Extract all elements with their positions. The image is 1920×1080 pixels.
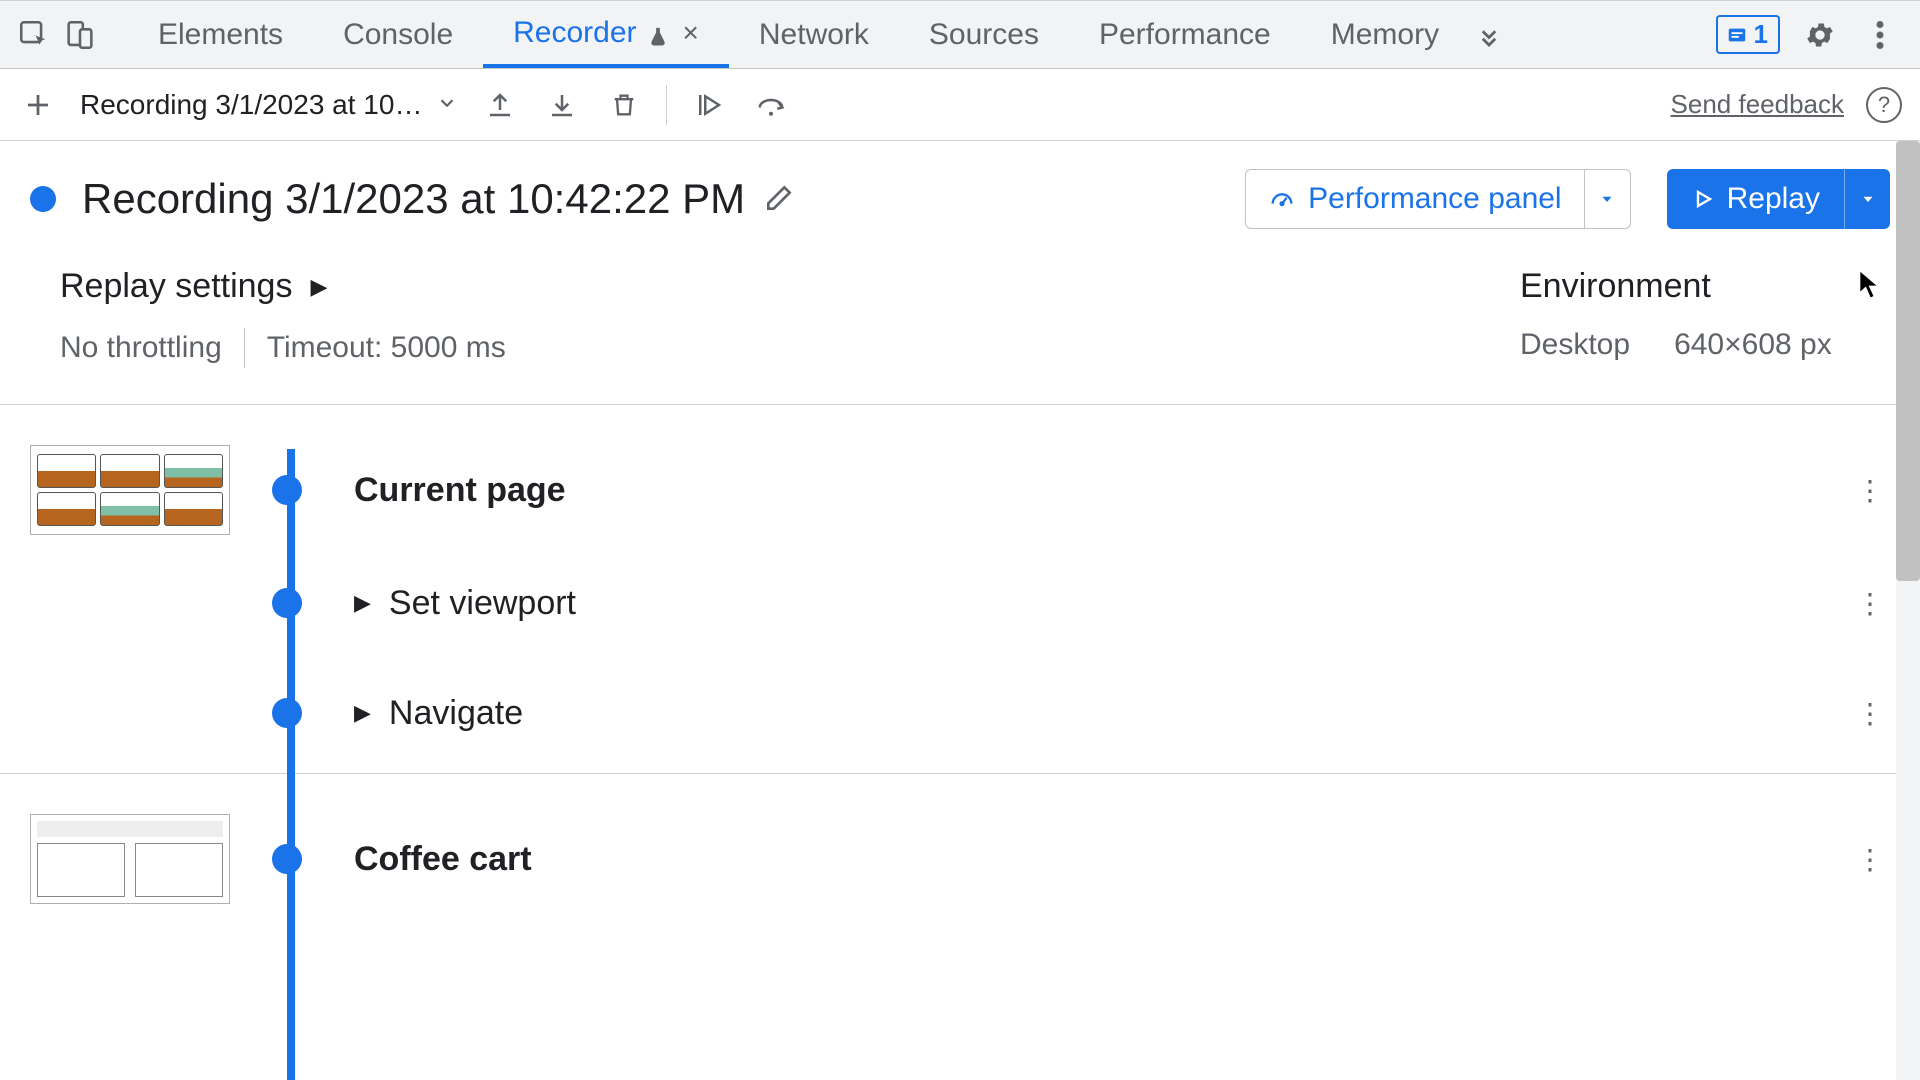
environment-values: Desktop 640×608 px	[1520, 328, 1860, 362]
step-title: Navigate	[389, 694, 523, 733]
step-over-button[interactable]	[751, 85, 791, 125]
step-block: Current page ⋮ ▶ Set viewport ⋮ ▶ Naviga…	[0, 405, 1920, 774]
replay-dropdown[interactable]	[1844, 169, 1890, 229]
replay-button[interactable]: Replay	[1667, 169, 1844, 229]
tab-label: Recorder	[513, 16, 636, 50]
step-row-current-page[interactable]: Current page ⋮	[30, 445, 1890, 535]
separator	[244, 328, 245, 368]
export-button[interactable]	[542, 85, 582, 125]
tab-label: Console	[343, 18, 453, 52]
replay-settings-label: Replay settings	[60, 267, 292, 306]
step-row-navigate[interactable]: ▶ Navigate ⋮	[30, 693, 1890, 733]
step-block: Coffee cart ⋮	[0, 774, 1920, 944]
tab-label: Sources	[929, 18, 1039, 52]
step-thumbnail	[30, 445, 230, 535]
timeline-dot	[272, 475, 302, 505]
tabs-right: 1	[1716, 15, 1910, 55]
devtools-tabs-bar: Elements Console Recorder × Network Sour…	[0, 1, 1920, 69]
throttling-value: No throttling	[60, 331, 222, 365]
tab-recorder[interactable]: Recorder ×	[483, 1, 729, 68]
environment-label: Environment	[1520, 267, 1711, 306]
replay-settings-values: No throttling Timeout: 5000 ms	[60, 328, 1520, 368]
tab-network[interactable]: Network	[729, 1, 899, 68]
tab-label: Network	[759, 18, 869, 52]
tabs-overflow-icon[interactable]	[1469, 1, 1509, 68]
step-thumbnail	[30, 814, 230, 904]
settings-gear-icon[interactable]	[1800, 15, 1840, 55]
replay-settings-toggle[interactable]: Replay settings ▶	[60, 267, 1520, 306]
device-value: Desktop	[1520, 328, 1630, 362]
tabs-left-icons	[10, 17, 108, 53]
tab-console[interactable]: Console	[313, 1, 483, 68]
timeline-dot	[272, 698, 302, 728]
tab-label: Elements	[158, 18, 283, 52]
step-menu-icon[interactable]: ⋮	[1850, 470, 1890, 510]
more-menu-icon[interactable]	[1860, 15, 1900, 55]
settings-strip: Replay settings ▶ No throttling Timeout:…	[0, 257, 1920, 405]
flask-icon	[647, 22, 669, 44]
caret-right-icon: ▶	[354, 700, 371, 726]
edit-title-button[interactable]	[763, 182, 797, 216]
caret-right-icon: ▶	[354, 590, 371, 616]
step-title: Current page	[354, 471, 566, 510]
tab-elements[interactable]: Elements	[128, 1, 313, 68]
environment-section: Environment Desktop 640×608 px	[1520, 267, 1860, 368]
recording-select-label: Recording 3/1/2023 at 10…	[80, 89, 422, 121]
dimensions-value: 640×608 px	[1674, 328, 1832, 362]
issues-icon	[1726, 24, 1748, 46]
tab-list: Elements Console Recorder × Network Sour…	[128, 1, 1716, 68]
continue-button[interactable]	[689, 85, 729, 125]
environment-heading: Environment	[1520, 267, 1860, 306]
steps-area: Current page ⋮ ▶ Set viewport ⋮ ▶ Naviga…	[0, 405, 1920, 944]
gauge-icon	[1268, 185, 1296, 213]
step-menu-icon[interactable]: ⋮	[1850, 839, 1890, 879]
recording-title: Recording 3/1/2023 at 10:42:22 PM	[82, 175, 745, 223]
step-row-coffee-cart[interactable]: Coffee cart ⋮	[30, 814, 1890, 904]
delete-button[interactable]	[604, 85, 644, 125]
step-title: Coffee cart	[354, 840, 532, 879]
substeps: ▶ Set viewport ⋮ ▶ Navigate ⋮	[30, 583, 1890, 733]
tab-label: Memory	[1331, 18, 1439, 52]
inspect-element-icon[interactable]	[16, 17, 52, 53]
recording-header: Recording 3/1/2023 at 10:42:22 PM Perfor…	[0, 141, 1920, 257]
send-feedback-link[interactable]: Send feedback	[1671, 89, 1844, 120]
performance-panel-button-group: Performance panel	[1245, 169, 1630, 229]
replay-label: Replay	[1727, 182, 1820, 216]
issues-count: 1	[1754, 19, 1768, 50]
close-icon[interactable]: ×	[683, 17, 699, 49]
help-icon[interactable]: ?	[1866, 87, 1902, 123]
recorder-toolbar: Recording 3/1/2023 at 10… Send feedback …	[0, 69, 1920, 141]
recording-status-dot	[30, 186, 56, 212]
new-recording-button[interactable]	[18, 85, 58, 125]
step-title: Set viewport	[389, 584, 576, 623]
caret-right-icon: ▶	[310, 274, 327, 300]
performance-panel-label: Performance panel	[1308, 182, 1561, 216]
import-button[interactable]	[480, 85, 520, 125]
timeline-dot	[272, 844, 302, 874]
timeline-dot	[272, 588, 302, 618]
performance-panel-dropdown[interactable]	[1584, 170, 1630, 228]
separator	[666, 85, 667, 125]
step-row-set-viewport[interactable]: ▶ Set viewport ⋮	[30, 583, 1890, 623]
step-menu-icon[interactable]: ⋮	[1850, 693, 1890, 733]
performance-panel-button[interactable]: Performance panel	[1246, 170, 1583, 228]
timeout-value: Timeout: 5000 ms	[267, 331, 506, 365]
tab-performance[interactable]: Performance	[1069, 1, 1301, 68]
recording-select[interactable]: Recording 3/1/2023 at 10…	[80, 89, 458, 121]
chevron-down-icon	[436, 89, 458, 121]
issues-button[interactable]: 1	[1716, 15, 1780, 54]
tab-memory[interactable]: Memory	[1301, 1, 1469, 68]
step-menu-icon[interactable]: ⋮	[1850, 583, 1890, 623]
replay-settings-section: Replay settings ▶ No throttling Timeout:…	[60, 267, 1520, 368]
scrollbar[interactable]	[1896, 141, 1920, 1080]
tab-sources[interactable]: Sources	[899, 1, 1069, 68]
device-toggle-icon[interactable]	[62, 17, 98, 53]
tab-label: Performance	[1099, 18, 1271, 52]
scrollbar-thumb[interactable]	[1896, 141, 1920, 581]
replay-button-group: Replay	[1667, 169, 1890, 229]
play-icon	[1691, 187, 1715, 211]
